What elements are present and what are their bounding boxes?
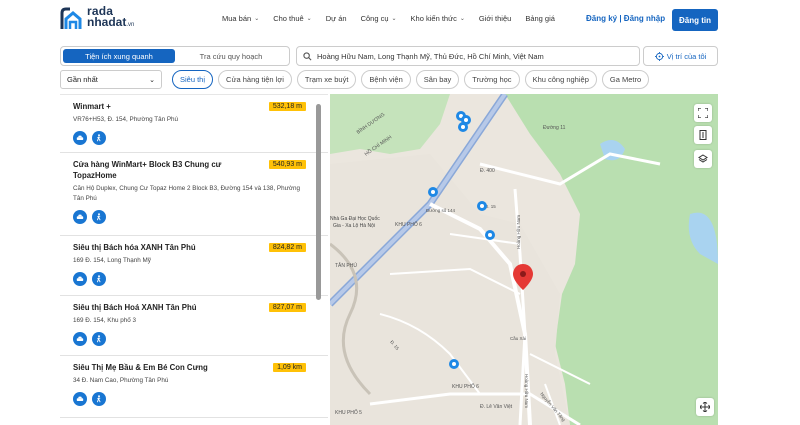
- places-list[interactable]: Winmart + 532,18 m VR76+H53, Đ. 154, Phư…: [60, 94, 328, 425]
- distance-badge: 532,18 m: [268, 102, 306, 111]
- map-label: KHU PHỐ 6: [452, 383, 479, 390]
- map-canvas: BÌNH DƯƠNG HỒ CHÍ MINH Đường 11 Đ. 400 N…: [330, 94, 718, 425]
- place-address: VR76+H53, Đ. 154, Phường Tân Phú: [73, 116, 179, 123]
- chevron-down-icon: ⌄: [149, 76, 155, 84]
- walk-icon[interactable]: [92, 272, 106, 286]
- place-name: Winmart +: [73, 102, 111, 111]
- list-scrollbar[interactable]: [316, 104, 321, 300]
- nav-cho-thue[interactable]: Cho thuê ⌄: [273, 14, 311, 23]
- logo-icon: [60, 7, 84, 31]
- my-location-button[interactable]: Vị trí của tôi: [643, 46, 718, 66]
- distance-badge: 827,07 m: [268, 303, 306, 312]
- map-label: Hoàng Hữu Nam: [524, 374, 529, 408]
- distance-badge: 1,09 km: [273, 363, 306, 372]
- nav-kho-kien-thuc[interactable]: Kho kiến thức ⌄: [411, 14, 465, 23]
- car-icon[interactable]: [73, 131, 87, 145]
- recenter-icon[interactable]: [696, 398, 714, 416]
- chip-truong-hoc[interactable]: Trường học: [464, 70, 520, 89]
- sort-value: Gần nhất: [67, 75, 98, 84]
- list-item[interactable]: Siêu thị Bách Hoá XANH Tân Phú 827,07 m …: [60, 296, 328, 356]
- chip-ga-metro[interactable]: Ga Metro: [601, 70, 650, 89]
- place-name: Siêu Thị Mẹ Bầu & Em Bé Con Cưng: [73, 363, 208, 372]
- car-icon[interactable]: [73, 272, 87, 286]
- site-logo[interactable]: rada nhadat.vn: [60, 5, 135, 31]
- tab-nearby-amenities[interactable]: Tiện ích xung quanh: [63, 49, 175, 63]
- car-icon[interactable]: [73, 210, 87, 224]
- chevron-down-icon: ⌄: [254, 16, 260, 22]
- map-label: Đường số 144: [426, 208, 455, 213]
- list-item[interactable]: Cửa hàng WinMart+ Block B3 Chung cư Topa…: [60, 153, 328, 236]
- walk-icon[interactable]: [92, 210, 106, 224]
- place-name: Cửa hàng WinMart+ Block B3 Chung cư Topa…: [73, 160, 222, 180]
- chip-sieu-thi[interactable]: Siêu thị: [172, 70, 214, 89]
- logo-line2: nhadat.vn: [87, 15, 135, 29]
- search-icon: [303, 51, 312, 60]
- nav-du-an[interactable]: Dự án: [326, 14, 347, 23]
- fullscreen-icon[interactable]: [694, 104, 712, 122]
- place-name: Siêu thị Bách hóa XANH Tân Phú: [73, 243, 196, 252]
- post-listing-button[interactable]: Đăng tin: [672, 9, 718, 31]
- chevron-down-icon: ⌄: [306, 16, 312, 22]
- walk-icon[interactable]: [92, 392, 106, 406]
- mode-toggle: Tiện ích xung quanh Tra cứu quy hoạch: [60, 46, 290, 66]
- map-label: Gia - Xa Lộ Hà Nội: [333, 223, 375, 229]
- chevron-down-icon: ⌄: [391, 16, 397, 22]
- chevron-down-icon: ⌄: [459, 16, 465, 22]
- place-address: 34 Đ. Nam Cao, Phường Tân Phú: [73, 377, 169, 384]
- nav-gioi-thieu[interactable]: Giới thiệu: [479, 14, 511, 23]
- map-label: Đ. 400: [480, 168, 495, 174]
- map-label: Cầu Xài: [510, 336, 526, 341]
- nav-bang-gia[interactable]: Bảng giá: [525, 14, 555, 23]
- place-address: 169 Đ. 154, Long Thạnh Mỹ: [73, 257, 151, 264]
- map-label: Nhà Ga Đại Học Quốc: [330, 216, 380, 222]
- map-label: KHU PHỐ 5: [335, 409, 362, 416]
- category-chips: Siêu thị Cửa hàng tiện lợi Trạm xe buýt …: [172, 70, 654, 89]
- main-nav: Mua bán ⌄ Cho thuê ⌄ Dự án Công cụ ⌄ Kho ki…: [222, 14, 569, 23]
- list-item[interactable]: Winmart + 532,18 m VR76+H53, Đ. 154, Phư…: [60, 95, 328, 153]
- chip-khu-cong-nghiep[interactable]: Khu công nghiệp: [524, 70, 597, 89]
- list-item[interactable]: Siêu Thị Mẹ Bầu & Em Bé Con Cưng 1,09 km…: [60, 356, 328, 418]
- layers-icon[interactable]: [694, 150, 712, 168]
- map-view[interactable]: BÌNH DƯƠNG HỒ CHÍ MINH Đường 11 Đ. 400 N…: [330, 94, 718, 425]
- car-icon[interactable]: [73, 392, 87, 406]
- nav-cong-cu[interactable]: Công cụ ⌄: [361, 14, 397, 23]
- distance-badge: 540,93 m: [268, 160, 306, 169]
- place-address: 169 Đ. 154, Khu phố 3: [73, 317, 137, 324]
- building-icon[interactable]: [694, 126, 712, 144]
- place-name: Siêu thị Bách Hoá XANH Tân Phú: [73, 303, 197, 312]
- map-label: Hoàng Hữu Nam: [516, 215, 521, 249]
- crosshair-icon: [654, 51, 664, 61]
- map-label: KHU PHỐ 6: [395, 221, 422, 228]
- tab-planning-lookup[interactable]: Tra cứu quy hoạch: [175, 49, 287, 63]
- walk-icon[interactable]: [92, 332, 106, 346]
- login-register-link[interactable]: Đăng ký | Đăng nhập: [586, 14, 665, 23]
- chip-san-bay[interactable]: Sân bay: [415, 70, 460, 89]
- walk-icon[interactable]: [92, 131, 106, 145]
- chip-cua-hang-tien-loi[interactable]: Cửa hàng tiện lợi: [218, 70, 292, 89]
- address-search-input[interactable]: Hoàng Hữu Nam, Long Thạnh Mỹ, Thủ Đức, H…: [296, 46, 640, 66]
- map-label: Đ. Lê Văn Việt: [480, 404, 513, 410]
- distance-badge: 824,82 m: [268, 243, 306, 252]
- nav-mua-ban[interactable]: Mua bán ⌄: [222, 14, 259, 23]
- car-icon[interactable]: [73, 332, 87, 346]
- place-address: Căn Hộ Duplex, Chung Cư Topaz Home 2 Blo…: [73, 185, 300, 202]
- chip-benh-vien[interactable]: Bệnh viện: [361, 70, 411, 89]
- sort-select[interactable]: Gần nhất ⌄: [60, 70, 162, 89]
- list-item[interactable]: Siêu thị Bách hóa XANH Tân Phú 824,82 m …: [60, 236, 328, 296]
- top-header: rada nhadat.vn Mua bán ⌄ Cho thuê ⌄ Dự án …: [0, 0, 800, 42]
- address-value: Hoàng Hữu Nam, Long Thạnh Mỹ, Thủ Đức, H…: [317, 51, 544, 61]
- map-label: Đường 11: [543, 125, 566, 131]
- map-label: TÂN PHÚ: [335, 262, 357, 269]
- chip-tram-xe-buyt[interactable]: Trạm xe buýt: [296, 70, 357, 89]
